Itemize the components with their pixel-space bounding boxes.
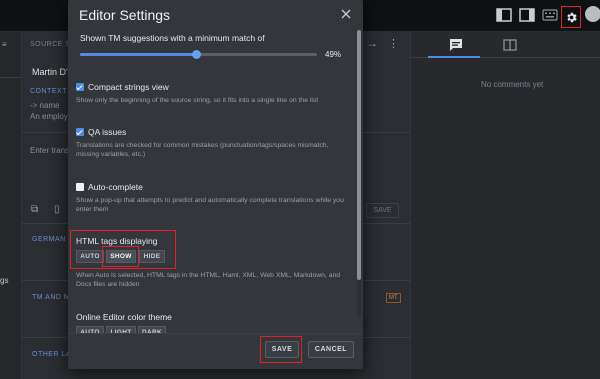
html-tags-show-option[interactable]: SHOW [106, 250, 136, 263]
translation-input[interactable]: Enter trans [30, 146, 69, 155]
arrow-right-icon[interactable]: → [366, 36, 378, 50]
dialog-scroll-thumb[interactable] [357, 30, 361, 280]
qa-issues-label: QA issues [88, 127, 127, 137]
german-translations-label: GERMAN T [32, 236, 73, 243]
tm-slider-thumb[interactable] [191, 50, 201, 59]
gear-icon [566, 12, 577, 22]
translation-save-button[interactable]: SAVE [366, 203, 399, 218]
compact-strings-label: Compact strings view [88, 82, 169, 92]
left-sidebar: ≡ gs [0, 32, 22, 379]
keyboard-icon[interactable] [542, 8, 558, 22]
book-icon[interactable] [502, 38, 518, 52]
avatar[interactable] [585, 6, 600, 22]
trash-icon[interactable]: ▯ [54, 204, 60, 215]
menu-icon[interactable]: ≡ [2, 40, 7, 49]
dialog-footer: SAVE CANCEL [68, 333, 363, 369]
qa-issues-desc: Translations are checked for common mist… [76, 142, 329, 158]
settings-button[interactable] [561, 6, 581, 28]
no-comments-text: No comments yet [481, 80, 544, 89]
html-tags-hide-option[interactable]: HIDE [139, 250, 165, 263]
html-tags-label: HTML tags displaying [76, 236, 158, 246]
active-tab-indicator [428, 56, 480, 58]
color-theme-label: Online Editor color theme [76, 312, 172, 322]
more-icon[interactable]: ⋮ [388, 37, 399, 50]
comments-icon[interactable] [448, 38, 464, 52]
sidebar-fragment: gs [0, 276, 9, 285]
close-icon[interactable] [340, 8, 352, 20]
layout-left-icon[interactable] [496, 8, 512, 22]
context-line: An employ [30, 112, 68, 121]
cancel-button[interactable]: CANCEL [308, 341, 354, 358]
dialog-title: Editor Settings [79, 7, 171, 23]
tm-slider-fill [80, 53, 197, 56]
layout-right-icon[interactable] [519, 8, 535, 22]
mt-badge: MT [386, 293, 401, 303]
right-tabs [410, 32, 600, 58]
tm-slider-value: 49% [325, 50, 342, 59]
tm-label: TM AND M [32, 294, 71, 301]
auto-complete-desc: Show a pop-up that attempts to predict a… [76, 197, 344, 213]
html-tags-desc: When Auto is selected, HTML tags in the … [76, 272, 341, 288]
tm-suggestions-label: Shown TM suggestions with a minimum matc… [80, 33, 265, 43]
save-button[interactable]: SAVE [265, 341, 299, 358]
qa-issues-checkbox[interactable] [76, 128, 84, 136]
editor-app: ≡ gs SOURCE ST → ⋮ Martin D'V CONTEXT ->… [0, 0, 600, 379]
auto-complete-label: Auto-complete [88, 182, 143, 192]
compact-strings-desc: Show only the beginning of the source st… [76, 97, 319, 104]
context-line: -> name [30, 101, 60, 110]
auto-complete-checkbox[interactable] [76, 183, 84, 191]
html-tags-auto-option[interactable]: AUTO [76, 250, 104, 263]
compact-strings-checkbox[interactable] [76, 83, 84, 91]
context-label: CONTEXT [30, 88, 67, 95]
copy-icon[interactable]: ⧉ [31, 204, 38, 215]
editor-settings-dialog: Editor Settings Shown TM suggestions wit… [68, 0, 363, 369]
